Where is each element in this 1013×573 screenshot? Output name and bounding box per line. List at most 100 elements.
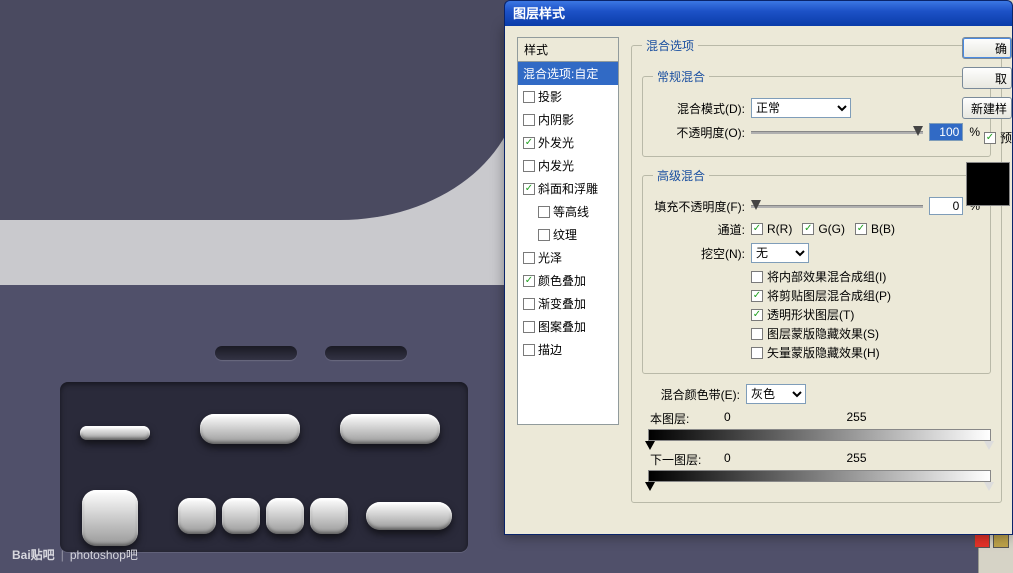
style-item[interactable]: 图案叠加: [518, 315, 618, 338]
advanced-option[interactable]: 矢量蒙版隐藏效果(H): [751, 344, 980, 361]
style-item[interactable]: ✓外发光: [518, 131, 618, 154]
style-item-label: 内发光: [538, 157, 574, 174]
style-item-label: 光泽: [538, 249, 562, 266]
checkbox-icon: ✓: [751, 309, 763, 321]
dialog-titlebar[interactable]: 图层样式: [504, 0, 1013, 26]
blendif-select[interactable]: 灰色: [746, 384, 806, 404]
this-layer-gradient[interactable]: [648, 429, 991, 441]
style-item-label: 描边: [538, 341, 562, 358]
checkbox-icon: ✓: [523, 183, 535, 195]
advanced-option-label: 将内部效果混合成组(I): [767, 268, 886, 285]
channel-r-label: R(R): [767, 222, 792, 236]
checkbox-icon: [523, 114, 535, 126]
blend-mode-select[interactable]: 正常: [751, 98, 851, 118]
style-item[interactable]: 光泽: [518, 246, 618, 269]
style-item[interactable]: 内发光: [518, 154, 618, 177]
checkbox-icon: [523, 321, 535, 333]
under-low: 0: [724, 451, 812, 468]
checkbox-icon: [523, 91, 535, 103]
styles-list[interactable]: 混合选项:自定投影内阴影✓外发光内发光✓斜面和浮雕等高线纹理光泽✓颜色叠加渐变叠…: [517, 61, 619, 425]
style-item-label: 外发光: [538, 134, 574, 151]
style-item-label: 混合选项:自定: [523, 65, 598, 82]
channel-g[interactable]: ✓G(G): [802, 222, 845, 236]
advanced-option[interactable]: 将内部效果混合成组(I): [751, 268, 980, 285]
watermark-text: photoshop吧: [70, 546, 138, 563]
style-item[interactable]: 投影: [518, 85, 618, 108]
style-item[interactable]: 描边: [518, 338, 618, 361]
advanced-option[interactable]: ✓ 透明形状图层(T): [751, 306, 980, 323]
swatch-red[interactable]: [974, 534, 990, 548]
checkbox-icon: [751, 328, 763, 340]
cancel-label: 取: [995, 70, 1007, 87]
style-item[interactable]: ✓颜色叠加: [518, 269, 618, 292]
advanced-option-label: 矢量蒙版隐藏效果(H): [767, 344, 880, 361]
advanced-option[interactable]: ✓将剪贴图层混合成组(P): [751, 287, 980, 304]
advanced-blending-group: 高级混合 填充不透明度(F): 0 % 通道: ✓R(R) ✓G(G) ✓B(B…: [642, 167, 991, 374]
fill-opacity-label: 填充不透明度(F):: [653, 198, 745, 215]
advanced-option[interactable]: 图层蒙版隐藏效果(S): [751, 325, 980, 342]
style-item[interactable]: ✓斜面和浮雕: [518, 177, 618, 200]
channel-g-label: G(G): [818, 222, 845, 236]
checkbox-icon: [523, 298, 535, 310]
dialog-title: 图层样式: [513, 6, 565, 21]
general-blending-group: 常规混合 混合模式(D): 正常 不透明度(O): 100 %: [642, 68, 991, 157]
channel-b[interactable]: ✓B(B): [855, 222, 895, 236]
under-layer-gradient[interactable]: [648, 470, 991, 482]
style-item-label: 渐变叠加: [538, 295, 586, 312]
blending-options-group: 混合选项 常规混合 混合模式(D): 正常 不透明度(O): 100 %: [631, 37, 1002, 503]
this-layer-label: 本图层:: [650, 410, 724, 427]
opacity-label: 不透明度(O):: [653, 124, 745, 141]
opacity-slider[interactable]: [751, 125, 923, 139]
channels-label: 通道:: [653, 221, 745, 238]
preview-swatch: [966, 162, 1010, 206]
blendif-label: 混合颜色带(E):: [642, 386, 740, 403]
preview-label: 预: [1000, 129, 1012, 146]
style-item-label: 颜色叠加: [538, 272, 586, 289]
style-item-label: 图案叠加: [538, 318, 586, 335]
opacity-value[interactable]: 100: [929, 123, 963, 141]
advanced-option-label: 图层蒙版隐藏效果(S): [767, 325, 879, 342]
under-layer-label: 下一图层:: [650, 451, 724, 468]
knockout-select[interactable]: 无: [751, 243, 809, 263]
fill-opacity-slider[interactable]: [751, 199, 923, 213]
new-style-button[interactable]: 新建样: [962, 97, 1012, 119]
style-item-label: 斜面和浮雕: [538, 180, 598, 197]
checkbox-icon: ✓: [751, 290, 763, 302]
blend-mode-label: 混合模式(D):: [653, 100, 745, 117]
under-high: 255: [812, 451, 900, 468]
watermark: Bai贴吧 | photoshop吧: [12, 546, 138, 563]
advanced-option-label: 透明形状图层(T): [767, 306, 854, 323]
ok-label: 确: [995, 40, 1007, 57]
style-item-label: 投影: [538, 88, 562, 105]
this-high: 255: [812, 410, 900, 427]
channel-b-label: B(B): [871, 222, 895, 236]
swatch-orange[interactable]: [993, 534, 1009, 548]
style-item-label: 内阴影: [538, 111, 574, 128]
ok-button[interactable]: 确: [962, 37, 1012, 59]
checkbox-icon: [523, 252, 535, 264]
style-item[interactable]: 内阴影: [518, 108, 618, 131]
channel-r[interactable]: ✓R(R): [751, 222, 792, 236]
style-item[interactable]: 纹理: [518, 223, 618, 246]
checkbox-icon: [523, 160, 535, 172]
this-low: 0: [724, 410, 812, 427]
style-item-label: 等高线: [553, 203, 589, 220]
checkbox-icon: [538, 229, 550, 241]
cancel-button[interactable]: 取: [962, 67, 1012, 89]
fill-opacity-value[interactable]: 0: [929, 197, 963, 215]
general-blending-legend: 常规混合: [653, 68, 709, 85]
checkbox-icon: [751, 271, 763, 283]
style-item-label: 纹理: [553, 226, 577, 243]
watermark-logo: Bai贴吧: [12, 546, 55, 563]
style-item[interactable]: 混合选项:自定: [518, 62, 618, 85]
style-item[interactable]: 等高线: [518, 200, 618, 223]
new-label: 新建样: [971, 100, 1007, 117]
checkbox-icon: ✓: [523, 275, 535, 287]
preview-checkbox[interactable]: ✓预: [962, 129, 1012, 146]
advanced-blending-legend: 高级混合: [653, 167, 709, 184]
checkbox-icon: ✓: [523, 137, 535, 149]
checkbox-icon: [751, 347, 763, 359]
style-item[interactable]: 渐变叠加: [518, 292, 618, 315]
styles-header: 样式: [517, 37, 619, 61]
checkbox-icon: [523, 344, 535, 356]
